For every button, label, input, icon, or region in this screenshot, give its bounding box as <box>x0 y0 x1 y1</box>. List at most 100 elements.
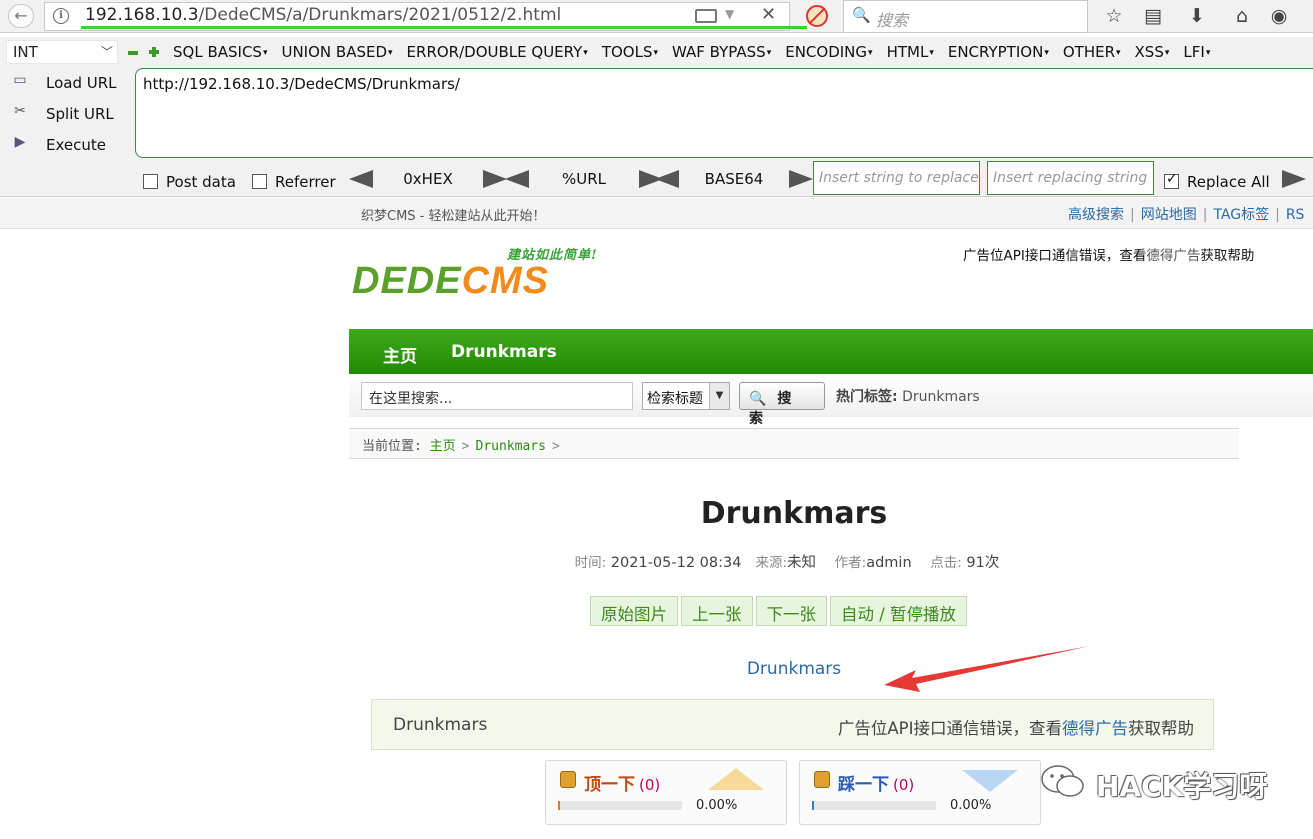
drive-icon[interactable] <box>695 9 717 23</box>
vote-down-box[interactable]: 踩一下 (0) 0.00% <box>799 760 1041 825</box>
hot-tag-link[interactable]: Drunkmars <box>902 389 980 405</box>
site-search-row: 在这里搜索... 检索标题 ▼ 🔍 搜 索 热门标签: Drunkmars <box>349 374 1313 427</box>
breadcrumb-drunkmars[interactable]: Drunkmars <box>476 439 546 454</box>
arrow-right-icon[interactable] <box>789 169 813 188</box>
replace-all-label: Replace All <box>1187 173 1270 191</box>
menu-tools[interactable]: TOOLS <box>602 43 658 61</box>
checkbox-box[interactable] <box>252 174 267 189</box>
menu-union-based[interactable]: UNION BASED <box>281 43 392 61</box>
arrow-right-icon[interactable] <box>1282 169 1306 188</box>
hackbar-panel: INT ﹀ SQL BASICS UNION BASED ERROR/DOUBLE … <box>0 37 1313 197</box>
picture-name-link[interactable]: Drunkmars <box>349 659 1239 679</box>
welcome-text: 织梦CMS - 轻松建站从此开始！ <box>361 209 546 224</box>
download-icon[interactable]: ⬇ <box>1185 4 1209 28</box>
ad-box-help-link[interactable]: 德得广告 <box>1062 719 1128 738</box>
chevron-down-icon[interactable]: ▼ <box>725 7 734 21</box>
url-encode-label: %URL <box>561 169 606 188</box>
arrow-right-icon[interactable] <box>483 169 507 188</box>
nav-drunkmars[interactable]: Drunkmars <box>451 342 557 362</box>
site-top-bar: 织梦CMS - 轻松建站从此开始！ 高级搜索 | 网站地图 | TAG标签 | RS <box>0 198 1313 229</box>
header-ad: 广告位API接口通信错误，查看德得广告获取帮助 <box>963 248 1255 264</box>
base64-label: BASE64 <box>704 169 764 188</box>
search-icon: 🔍 <box>749 391 770 407</box>
ad-help-link[interactable]: 德得广告 <box>1146 248 1200 264</box>
advanced-search-link[interactable]: 高级搜索 <box>1068 207 1124 223</box>
sitemap-link[interactable]: 网站地图 <box>1141 207 1197 223</box>
search-type-select[interactable]: 检索标题 ▼ <box>642 382 730 410</box>
noscript-icon[interactable] <box>806 5 828 27</box>
menu-error-double-query[interactable]: ERROR/DOUBLE QUERY <box>407 43 588 61</box>
chevron-down-icon: ﹀ <box>100 45 113 59</box>
site-search-button[interactable]: 🔍 搜 索 <box>739 382 825 427</box>
replacing-string-input[interactable]: Insert replacing string <box>987 161 1154 195</box>
checkbox-box[interactable] <box>1164 171 1179 189</box>
tag-link[interactable]: TAG标签 <box>1213 207 1269 223</box>
plus-icon[interactable] <box>149 47 159 57</box>
execute-button[interactable]: ▶ Execute <box>10 132 130 160</box>
vote-up-bar <box>558 801 682 810</box>
original-image-button[interactable]: 原始图片 <box>590 596 678 626</box>
scissors-icon: ✂ <box>14 103 26 119</box>
nav-home[interactable]: 主页 <box>383 342 417 367</box>
arrow-left-icon[interactable] <box>349 169 373 188</box>
split-url-button[interactable]: ✂ Split URL <box>10 101 130 129</box>
site-logo[interactable]: 建站如此简单! DEDECMS <box>352 244 622 308</box>
star-icon[interactable]: ☆ <box>1102 4 1126 28</box>
arrow-left-icon[interactable] <box>505 169 529 188</box>
wechat-icon <box>1041 765 1084 797</box>
rss-link[interactable]: RS <box>1286 207 1305 223</box>
vote-up-label: 顶一下 (0) <box>584 775 661 795</box>
referrer-checkbox[interactable]: Referrer <box>252 173 336 191</box>
menu-other[interactable]: OTHER <box>1063 43 1121 61</box>
hot-tags: 热门标签: Drunkmars <box>836 389 980 405</box>
home-icon[interactable]: ⌂ <box>1230 4 1254 28</box>
hackbar-menu: SQL BASICS UNION BASED ERROR/DOUBLE QUERY T… <box>173 43 1224 61</box>
site-search-input[interactable]: 在这里搜索... <box>361 382 633 410</box>
vote-down-percent: 0.00% <box>950 798 992 813</box>
wechat-watermark: HACK学习呀 <box>1038 762 1308 803</box>
back-arrow-icon[interactable]: ← <box>8 4 34 28</box>
arrow-left-icon[interactable] <box>655 169 679 188</box>
chevron-down-icon: ▼ <box>709 383 729 409</box>
int-select-value: INT <box>13 43 38 61</box>
up-triangle-icon <box>708 768 764 790</box>
browser-search-field[interactable]: 🔍 搜索 <box>843 0 1088 33</box>
replace-string-input[interactable]: Insert string to replace <box>813 161 980 195</box>
vote-up-box[interactable]: 顶一下 (0) 0.00% <box>545 760 787 825</box>
menu-waf-bypass[interactable]: WAF BYPASS <box>672 43 771 61</box>
replace-all-checkbox[interactable]: Replace All <box>1164 171 1270 191</box>
prev-image-button[interactable]: 上一张 <box>681 596 753 626</box>
browser-address-bar: ← i 192.168.10.3/DedeCMS/a/Drunkmars/202… <box>0 0 1313 33</box>
down-triangle-icon <box>962 770 1018 792</box>
int-select[interactable]: INT ﹀ <box>6 40 118 64</box>
ad-box-name: Drunkmars <box>393 715 488 735</box>
article-ad-box: Drunkmars 广告位API接口通信错误，查看德得广告获取帮助 <box>371 699 1214 750</box>
close-icon[interactable]: ✕ <box>761 4 776 25</box>
load-url-label: Load URL <box>46 74 117 92</box>
breadcrumb-home[interactable]: 主页 <box>430 439 456 454</box>
vote-down-label: 踩一下 (0) <box>838 775 915 795</box>
top-links: 高级搜索 | 网站地图 | TAG标签 | RS <box>1068 207 1305 223</box>
execute-label: Execute <box>46 136 106 154</box>
info-icon[interactable]: i <box>53 8 69 24</box>
menu-lfi[interactable]: LFI <box>1183 43 1210 61</box>
menu-html[interactable]: HTML <box>887 43 934 61</box>
url-text[interactable]: 192.168.10.3/DedeCMS/a/Drunkmars/2021/05… <box>85 5 561 25</box>
menu-sql-basics[interactable]: SQL BASICS <box>173 43 267 61</box>
autoplay-button[interactable]: 自动 / 暂停播放 <box>830 596 968 626</box>
printer-icon: ▭ <box>13 72 27 88</box>
profile-icon[interactable]: ◉ <box>1267 4 1291 28</box>
load-url-button[interactable]: ▭ Load URL <box>10 70 130 98</box>
menu-xss[interactable]: XSS <box>1135 43 1170 61</box>
url-field[interactable]: i 192.168.10.3/DedeCMS/a/Drunkmars/2021/… <box>44 2 807 31</box>
play-icon: ▶ <box>14 134 26 150</box>
next-image-button[interactable]: 下一张 <box>755 596 827 626</box>
reading-list-icon[interactable]: ▤ <box>1141 4 1165 28</box>
menu-encoding[interactable]: ENCODING <box>785 43 872 61</box>
post-data-checkbox[interactable]: Post data <box>143 173 236 191</box>
menu-encryption[interactable]: ENCRYPTION <box>948 43 1049 61</box>
search-placeholder: 搜索 <box>876 11 909 30</box>
minus-icon[interactable] <box>128 51 138 55</box>
checkbox-box[interactable] <box>143 174 158 189</box>
hackbar-url-textarea[interactable]: http://192.168.10.3/DedeCMS/Drunkmars/ <box>135 68 1313 158</box>
